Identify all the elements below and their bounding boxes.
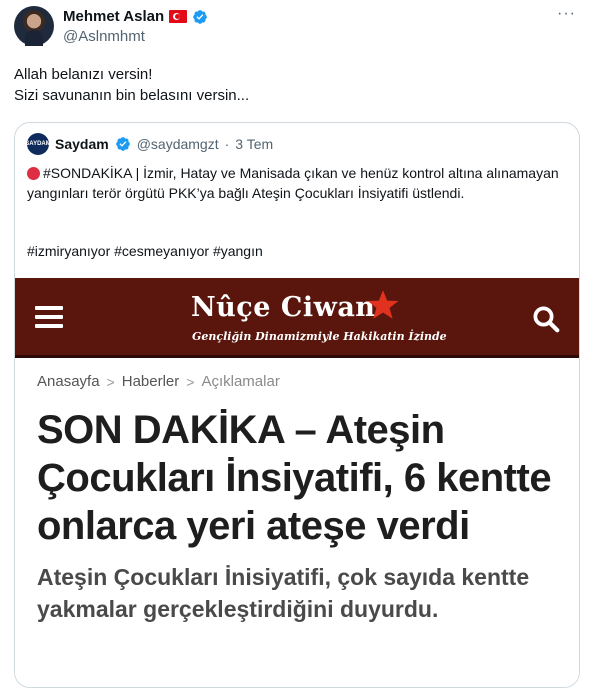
quoted-tweet-card[interactable]: SAYDAM Saydam @saydamgzt · 3 Tem #SONDAK… (14, 122, 580, 688)
author-name-row: Mehmet Aslan (63, 8, 208, 25)
more-options-icon[interactable]: ··· (557, 6, 576, 22)
site-tagline: Gençliğin Dinamizmiyle Hakikatin İzinde (192, 330, 447, 343)
separator-dot: · (224, 136, 230, 152)
quoted-text-body: #SONDAKİKA | İzmir, Hatay ve Manisada çı… (27, 165, 559, 201)
red-star-icon (367, 290, 399, 319)
verified-badge-icon (115, 137, 130, 151)
article-screenshot-image[interactable]: Nûçe Ciwan Gençliğin Dinamizmiyle Hakika… (15, 278, 579, 687)
quoted-display-name[interactable]: Saydam (55, 136, 109, 152)
quoted-tweet-text: #SONDAKİKA | İzmir, Hatay ve Manisada çı… (27, 163, 567, 203)
hamburger-menu-icon (35, 306, 63, 328)
author-display-name[interactable]: Mehmet Aslan (63, 8, 164, 25)
quoted-hashtags[interactable]: #izmiryanıyor #cesmeyanıyor #yangın (27, 243, 263, 259)
breadcrumb-item: Haberler (121, 373, 180, 390)
chevron-right-icon: > (186, 373, 195, 390)
avatar[interactable] (14, 6, 54, 46)
breadcrumb: Anasayfa > Haberler > Açıklamalar (37, 373, 280, 390)
author-handle[interactable]: @Aslnmhmt (63, 28, 145, 45)
turkey-flag-icon (169, 10, 188, 23)
tweet-header: Mehmet Aslan @Aslnmhmt ··· (14, 6, 576, 50)
article-subheadline: Ateşin Çocukları İnisiyatifi, çok sayıda… (37, 564, 530, 622)
quoted-timestamp[interactable]: 3 Tem (235, 136, 273, 152)
tweet-text: Allah belanızı versin! Sizi savunanın bi… (14, 64, 574, 106)
site-header-bar: Nûçe Ciwan Gençliğin Dinamizmiyle Hakika… (15, 278, 579, 358)
tweet-text-line: Sizi savunanın bin belasını versin... (14, 87, 250, 104)
breadcrumb-item: Açıklamalar (201, 373, 280, 390)
quoted-handle[interactable]: @saydamgzt (137, 136, 219, 152)
verified-badge-icon (193, 9, 207, 24)
quoted-avatar[interactable]: SAYDAM (25, 133, 51, 155)
red-circle-emoji-icon (27, 167, 40, 180)
article-headline: SON DAKİKA – Ateşin Çocukları İnsiyatifi… (37, 408, 552, 548)
breadcrumb-item: Anasayfa (37, 373, 100, 390)
quoted-tweet-header: SAYDAM Saydam @saydamgzt · 3 Tem (25, 133, 273, 155)
chevron-right-icon: > (106, 373, 115, 390)
search-icon (533, 306, 560, 333)
site-logo-text: Nûçe Ciwan (191, 292, 376, 323)
tweet-text-line: Allah belanızı versin! (14, 66, 153, 83)
